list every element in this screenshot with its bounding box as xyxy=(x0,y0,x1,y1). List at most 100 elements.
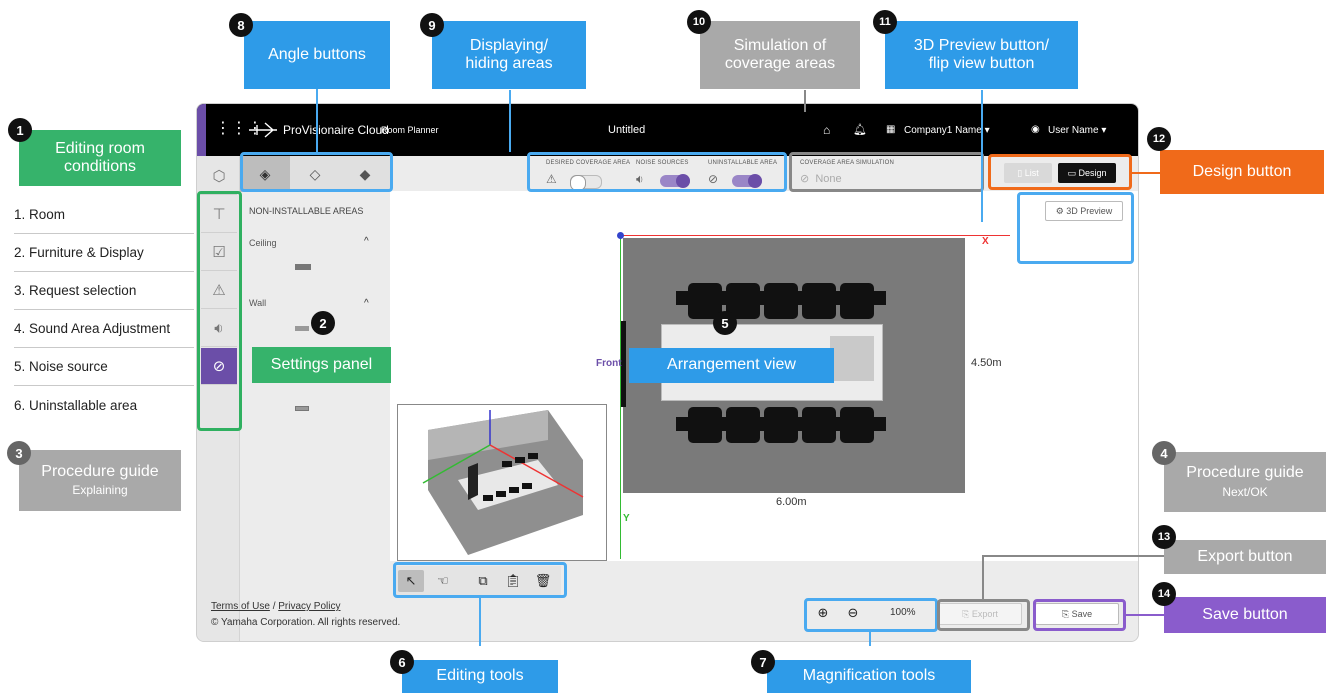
terms-link[interactable]: Terms of Use xyxy=(211,601,270,612)
callout-display-areas: Displaying/ hiding areas xyxy=(432,21,586,89)
edit-tools-highlight xyxy=(393,562,567,598)
logo-icon xyxy=(249,122,277,138)
ceiling-collapse-icon[interactable]: ^ xyxy=(364,236,369,247)
wall-collapse-icon[interactable]: ^ xyxy=(364,298,369,309)
logo-text: ProVisionaire Cloud xyxy=(283,123,389,137)
rail-room-button[interactable]: ⬡ xyxy=(201,158,237,195)
badge-8: 8 xyxy=(229,13,253,37)
save-highlight xyxy=(1033,599,1126,631)
company-name: Company1 Name xyxy=(904,125,982,136)
front-label: Front xyxy=(596,358,622,369)
callout-9-line1: Displaying/ xyxy=(469,36,549,54)
step-sound-area: 4. Sound Area Adjustment xyxy=(14,310,194,348)
wall-label: Wall xyxy=(249,298,267,308)
step-uninstallable: 6. Uninstallable area xyxy=(14,397,138,413)
badge-10: 10 xyxy=(687,10,711,34)
ceiling-block-item[interactable] xyxy=(295,264,311,270)
callout-simulation: Simulation of coverage areas xyxy=(700,21,860,89)
callout-angle-buttons: Angle buttons xyxy=(244,21,390,89)
room-depth-label: 4.50m xyxy=(971,357,1002,369)
3d-room-render xyxy=(422,410,584,555)
badge-12: 12 xyxy=(1147,127,1171,151)
user-avatar-icon: ◉ xyxy=(1031,124,1040,135)
document-title: Untitled xyxy=(608,124,646,136)
settings-panel: ◈ ◇ ◆ NON-INSTALLABLE AREAS Ceiling ^ Wa… xyxy=(240,156,390,641)
preview-highlight xyxy=(1017,192,1134,264)
badge-9: 9 xyxy=(420,13,444,37)
footer-separator: / xyxy=(272,601,276,612)
y-axis-line xyxy=(620,235,621,559)
privacy-link[interactable]: Privacy Policy xyxy=(278,601,340,612)
connector-7 xyxy=(869,632,871,646)
chair-row-back xyxy=(676,291,886,305)
connector-12 xyxy=(1132,172,1160,174)
home-icon[interactable]: ⌂ xyxy=(823,123,830,137)
step-furniture: 2. Furniture & Display xyxy=(14,234,194,272)
badge-11: 11 xyxy=(873,10,897,34)
connector-8 xyxy=(316,89,318,152)
rail-highlight xyxy=(197,191,242,431)
connector-14 xyxy=(1126,614,1164,616)
ceiling-label: Ceiling xyxy=(249,238,277,248)
callout-procedure-explaining: Procedure guide Explaining xyxy=(19,450,181,511)
x-axis-line xyxy=(620,235,1010,236)
user-menu[interactable]: User Name ▾ xyxy=(1048,125,1106,136)
callout-editing-room: Editing room conditions xyxy=(19,130,181,186)
callout-3-sub: Explaining xyxy=(72,483,128,498)
building-icon: ▦ xyxy=(886,124,896,135)
callout-save-button: Save button xyxy=(1164,597,1326,633)
callout-4-title: Procedure guide xyxy=(1186,464,1304,482)
callout-magnification-tools: Magnification tools xyxy=(767,660,971,693)
callout-3d-preview: 3D Preview button/ flip view button xyxy=(885,21,1078,89)
callout-design-button: Design button xyxy=(1160,150,1324,194)
callout-4-sub: Next/OK xyxy=(1222,484,1268,499)
badge-13: 13 xyxy=(1152,525,1176,549)
callout-10-line1: Simulation of xyxy=(733,36,827,54)
badge-1: 1 xyxy=(8,118,32,142)
callout-settings-panel: Settings panel xyxy=(252,347,391,383)
company-selector[interactable]: Company1 Name ▾ xyxy=(904,125,990,136)
callout-3-title: Procedure guide xyxy=(41,462,159,480)
top-bar: ⋮⋮⋮ ProVisionaire Cloud Room Planner Unt… xyxy=(197,104,1138,156)
badge-3: 3 xyxy=(7,441,31,465)
zoom-tools-highlight xyxy=(804,598,938,632)
panel-heading: NON-INSTALLABLE AREAS xyxy=(249,206,364,216)
room-width-label: 6.00m xyxy=(776,496,807,508)
module-name: Room Planner xyxy=(381,125,439,135)
badge-14: 14 xyxy=(1152,582,1176,606)
wall-item-2[interactable] xyxy=(295,406,309,411)
copyright: © Yamaha Corporation. All rights reserve… xyxy=(211,617,401,628)
design-highlight xyxy=(988,154,1132,190)
simulation-highlight xyxy=(789,152,984,192)
origin-handle[interactable] xyxy=(617,232,624,239)
callout-arrangement-view: Arrangement view xyxy=(629,348,834,383)
callout-10-line2: coverage areas xyxy=(724,55,836,72)
callout-9-line2: hiding areas xyxy=(465,55,553,72)
toggle-areas-highlight xyxy=(527,152,787,192)
step-request: 3. Request selection xyxy=(14,272,194,310)
callout-editing-tools: Editing tools xyxy=(402,660,558,693)
callout-procedure-next: Procedure guide Next/OK xyxy=(1164,452,1326,512)
connector-13b xyxy=(982,555,1164,557)
footer: Terms of Use / Privacy Policy © Yamaha C… xyxy=(197,598,400,641)
badge-7: 7 xyxy=(751,650,775,674)
connector-10 xyxy=(804,90,806,112)
bell-icon[interactable]: 🔔︎ xyxy=(853,123,867,136)
x-axis-label: X xyxy=(982,236,989,247)
connector-13 xyxy=(982,555,984,599)
footer-links: Terms of Use / Privacy Policy xyxy=(211,601,341,612)
chair-row-back xyxy=(676,417,886,431)
step-noise: 5. Noise source xyxy=(14,348,194,386)
badge-5: 5 xyxy=(713,311,737,335)
table-device[interactable] xyxy=(830,336,874,381)
badge-2: 2 xyxy=(311,311,335,335)
angle-buttons-highlight xyxy=(240,152,393,192)
wall-item-1[interactable] xyxy=(295,326,309,331)
callout-11-line1: 3D Preview button/ xyxy=(913,36,1050,54)
callout-export-button: Export button xyxy=(1164,540,1326,574)
connector-6 xyxy=(479,598,481,646)
room-cube-icon: ⬡ xyxy=(212,168,226,185)
badge-4: 4 xyxy=(1152,441,1176,465)
y-axis-label: Y xyxy=(623,513,630,524)
3d-preview-window[interactable] xyxy=(397,404,607,561)
